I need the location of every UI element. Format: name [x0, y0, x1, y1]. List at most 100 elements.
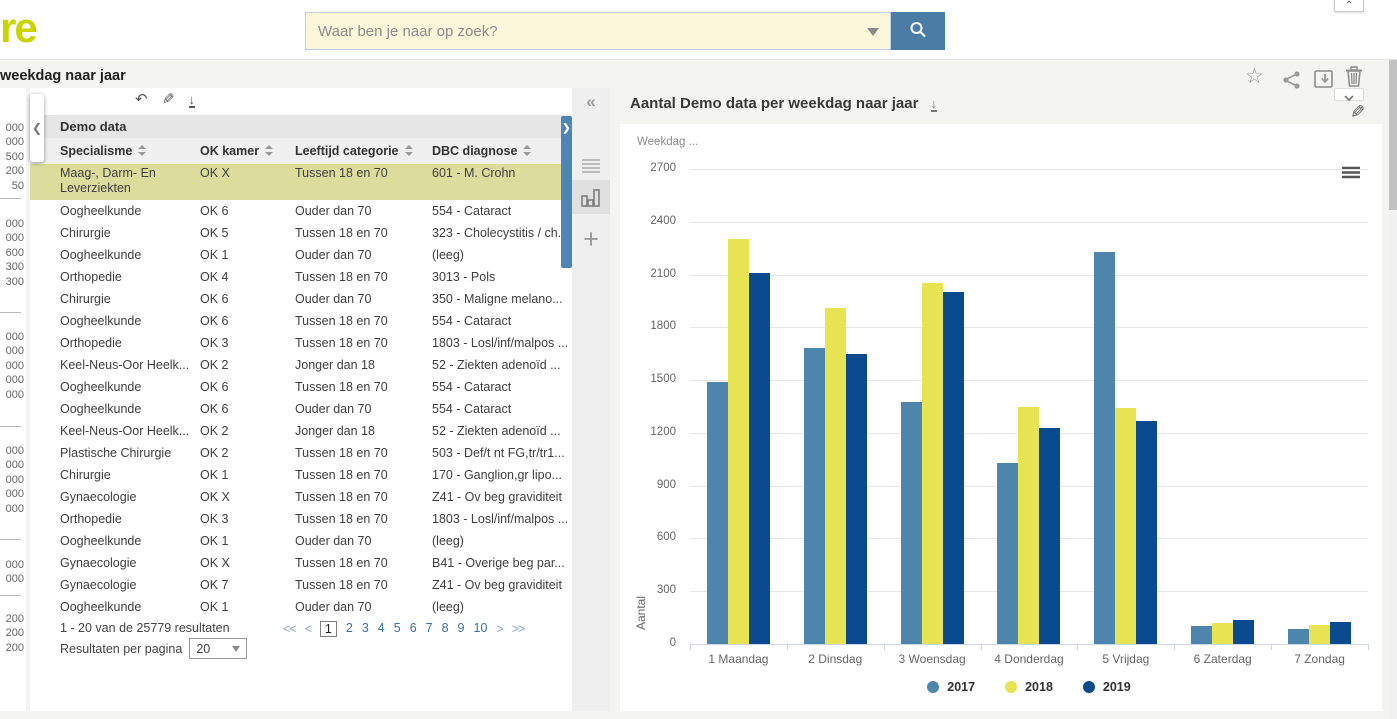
prev-page-button[interactable]: < — [305, 622, 311, 636]
search-button[interactable] — [891, 12, 945, 50]
table-row[interactable]: OogheelkundeOK 6Tussen 18 en 70554 - Cat… — [30, 310, 572, 332]
table-row[interactable]: OogheelkundeOK 6Ouder dan 70554 - Catara… — [30, 200, 572, 222]
sort-icon[interactable] — [523, 145, 531, 156]
trash-icon[interactable] — [1344, 66, 1364, 87]
table-row[interactable]: OrthopedieOK 4Tussen 18 en 703013 - Pols — [30, 266, 572, 288]
chart-legend: 2017 2018 2019 — [690, 680, 1368, 694]
table-row[interactable]: OogheelkundeOK 1Ouder dan 70(leeg) — [30, 530, 572, 552]
per-page-select[interactable]: 20 — [189, 638, 247, 659]
sort-icon[interactable] — [265, 145, 273, 156]
bar-2018[interactable] — [1309, 625, 1330, 644]
bar-2018[interactable] — [728, 239, 749, 644]
page-number[interactable]: 10 — [474, 621, 488, 637]
table-row[interactable]: OogheelkundeOK 6Ouder dan 70554 - Catara… — [30, 398, 572, 420]
legend-item-2017[interactable]: 2017 — [927, 680, 975, 694]
table-cell: 554 - Cataract — [432, 380, 572, 394]
table-row[interactable]: OogheelkundeOK 1Ouder dan 70(leeg) — [30, 244, 572, 266]
table-row[interactable]: GynaecologieOK 7Tussen 18 en 70Z41 - Ov … — [30, 574, 572, 596]
edit-chart-pencil-icon[interactable]: ✎ — [1350, 102, 1365, 123]
table-row[interactable]: ChirurgieOK 6Ouder dan 70350 - Maligne m… — [30, 288, 572, 310]
scrollbar-thumb[interactable] — [1389, 60, 1397, 210]
table-scroll-right-indicator[interactable]: ❯ — [561, 116, 572, 268]
table-row[interactable]: OrthopedieOK 3Tussen 18 en 701803 - Losl… — [30, 332, 572, 354]
last-page-button[interactable]: >> — [512, 622, 525, 636]
bar-2017[interactable] — [1094, 252, 1115, 644]
column-header[interactable]: DBC diagnose — [432, 144, 572, 158]
legend-item-2018[interactable]: 2018 — [1005, 680, 1053, 694]
search-input[interactable] — [305, 12, 891, 50]
table-row[interactable]: ChirurgieOK 5Tussen 18 en 70323 - Cholec… — [30, 222, 572, 244]
table-row[interactable]: GynaecologieOK XTussen 18 en 70B41 - Ove… — [30, 552, 572, 574]
bar-2018[interactable] — [1115, 408, 1136, 644]
bar-2018[interactable] — [1018, 407, 1039, 644]
sort-icon[interactable] — [405, 145, 413, 156]
app-screen: re ⌃ weekdag naar jaar ☆ — [0, 0, 1397, 719]
panel-chevron-down-button[interactable] — [1334, 88, 1364, 101]
list-view-icon[interactable] — [572, 158, 610, 179]
download-icon[interactable]: ↓ — [189, 93, 196, 108]
page-number[interactable]: 2 — [346, 621, 353, 637]
bar-2019[interactable] — [1233, 620, 1254, 644]
page-number[interactable]: 9 — [458, 621, 465, 637]
page-number[interactable]: 8 — [442, 621, 449, 637]
table-row[interactable]: OogheelkundeOK 1Ouder dan 70(leeg) — [30, 596, 572, 618]
column-header[interactable]: Specialisme — [60, 144, 200, 158]
app-logo[interactable]: re — [0, 4, 36, 52]
page-number[interactable]: 5 — [394, 621, 401, 637]
sort-icon[interactable] — [138, 145, 146, 156]
collapse-topbar-button[interactable]: ⌃ — [1334, 0, 1364, 12]
bar-2019[interactable] — [846, 354, 867, 644]
page-number[interactable]: 1 — [320, 621, 337, 637]
table-row[interactable]: ChirurgieOK 1Tussen 18 en 70170 - Gangli… — [30, 464, 572, 486]
first-page-button[interactable]: << — [283, 622, 296, 636]
edit-pencil-icon[interactable]: ✎ — [162, 90, 175, 108]
collapse-panel-icon[interactable]: « — [572, 92, 610, 112]
bar-2017[interactable] — [707, 382, 728, 644]
page-number[interactable]: 3 — [362, 621, 369, 637]
bar-2019[interactable] — [943, 292, 964, 644]
legend-marker-icon — [1083, 681, 1095, 693]
panel-drag-handle[interactable]: ❮ — [30, 94, 44, 162]
page-scrollbar[interactable] — [1389, 60, 1397, 719]
facet-count: 000 — [0, 121, 24, 135]
table-row[interactable]: OogheelkundeOK 6Tussen 18 en 70554 - Cat… — [30, 376, 572, 398]
page-number[interactable]: 6 — [410, 621, 417, 637]
search-dropdown-arrow-icon[interactable] — [867, 28, 879, 36]
table-row[interactable]: Keel-Neus-Oor Heelk...OK 2Jonger dan 185… — [30, 354, 572, 376]
table-cell: Tussen 18 en 70 — [295, 314, 432, 328]
bar-2018[interactable] — [825, 308, 846, 644]
page-number[interactable]: 4 — [378, 621, 385, 637]
favorite-star-icon[interactable]: ☆ — [1245, 64, 1264, 89]
bar-2017[interactable] — [1288, 629, 1309, 644]
add-view-icon[interactable]: + — [572, 224, 610, 255]
bar-2019[interactable] — [749, 273, 770, 644]
bar-2017[interactable] — [1191, 626, 1212, 644]
chart-download-icon[interactable]: ↓ — [931, 97, 938, 112]
bar-2019[interactable] — [1330, 622, 1351, 644]
table-cell: OK 3 — [200, 512, 295, 526]
chart-view-icon[interactable] — [572, 180, 610, 214]
bar-2017[interactable] — [804, 348, 825, 644]
column-header[interactable]: Leeftijd categorie — [295, 144, 432, 158]
bar-2019[interactable] — [1136, 421, 1157, 644]
column-header[interactable]: OK kamer — [200, 144, 295, 158]
legend-item-2019[interactable]: 2019 — [1083, 680, 1131, 694]
bar-2018[interactable] — [922, 283, 943, 644]
bar-2018[interactable] — [1212, 623, 1233, 644]
bar-2017[interactable] — [901, 402, 922, 644]
undo-icon[interactable]: ↶ — [135, 91, 148, 108]
table-row[interactable]: Keel-Neus-Oor Heelk...OK 2Jonger dan 185… — [30, 420, 572, 442]
next-page-button[interactable]: > — [496, 622, 502, 636]
table-row[interactable]: Plastische ChirurgieOK 2Tussen 18 en 705… — [30, 442, 572, 464]
dataset-tab[interactable]: Demo data — [30, 115, 572, 138]
page-number[interactable]: 7 — [426, 621, 433, 637]
table-row[interactable]: Maag-, Darm- En LeverziektenOK XTussen 1… — [30, 164, 572, 200]
bar-2017[interactable] — [997, 463, 1018, 644]
table-row[interactable]: OrthopedieOK 3Tussen 18 en 701803 - Losl… — [30, 508, 572, 530]
save-export-icon[interactable] — [1313, 69, 1335, 89]
share-icon[interactable] — [1281, 70, 1303, 90]
bar-2019[interactable] — [1039, 428, 1060, 644]
table-row[interactable]: GynaecologieOK XTussen 18 en 70Z41 - Ov … — [30, 486, 572, 508]
facet-divider — [0, 426, 21, 427]
facet-divider — [0, 312, 21, 313]
